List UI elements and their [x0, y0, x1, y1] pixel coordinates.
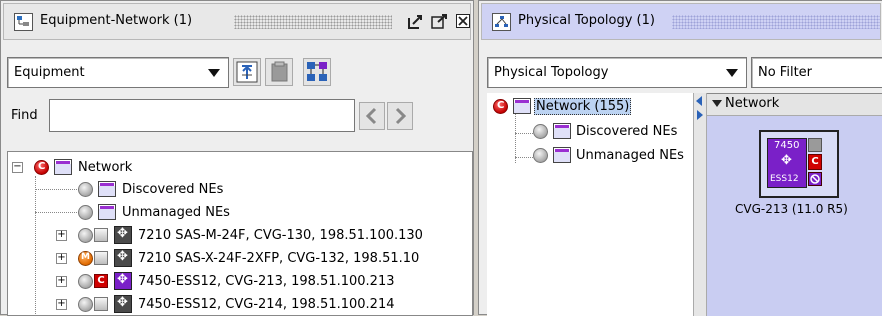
- critical-badge-icon: C: [808, 154, 822, 170]
- node-label: CVG-213 (11.0 R5): [735, 202, 848, 216]
- expand-icon[interactable]: +: [56, 253, 67, 264]
- node-glyph-icon: ✥: [781, 153, 792, 168]
- find-label: Find: [11, 108, 38, 123]
- expand-icon[interactable]: +: [56, 276, 67, 287]
- network-icon: [513, 98, 531, 114]
- topology-map[interactable]: Network 7450 ✥ ESS12 C CVG-213 (11.0 R5): [707, 93, 882, 316]
- equipment-network-panel: Equipment-Network (1) Equipment Find − C…: [0, 0, 474, 316]
- maximize-icon[interactable]: [430, 13, 450, 31]
- chevron-down-icon: [712, 100, 722, 107]
- equipment-tree-icon: [14, 13, 33, 31]
- critical-badge-icon: C: [94, 274, 108, 288]
- map-header[interactable]: Network: [707, 94, 882, 116]
- tree-item-discovered-nes[interactable]: Discovered NEs: [487, 121, 693, 143]
- disabled-icon: [808, 172, 822, 186]
- tree-item-network[interactable]: − Network: [8, 157, 468, 179]
- network-element-icon: [114, 295, 132, 313]
- status-icon: [78, 297, 93, 312]
- properties-button[interactable]: [265, 58, 293, 86]
- node-icon: 7450 ✥ ESS12: [767, 138, 807, 188]
- status-icon: [533, 148, 548, 163]
- panel-title: Physical Topology (1): [518, 13, 655, 28]
- status-icon: [78, 182, 93, 197]
- minimize-icon[interactable]: [406, 13, 426, 31]
- alarm-status-icon: [94, 297, 108, 311]
- expand-icon[interactable]: +: [56, 299, 67, 310]
- title-grip: [672, 15, 880, 29]
- network-element-icon: [114, 226, 132, 244]
- status-icon: [78, 274, 93, 289]
- folder-icon: [553, 123, 571, 139]
- network-element-icon: [114, 249, 132, 267]
- folder-icon: [98, 181, 116, 197]
- network-element-icon: [114, 272, 132, 290]
- title-grip: [234, 15, 392, 29]
- topology-button[interactable]: [303, 58, 331, 86]
- tree-item-ne[interactable]: + 7450-ESS12, CVG-214, 198.51.100.214: [8, 294, 472, 315]
- topology-tree[interactable]: Network (155) Discovered NEs Unmanaged N…: [487, 93, 693, 316]
- status-box-icon: [808, 138, 822, 152]
- alarm-status-icon: [94, 228, 108, 242]
- status-icon: [78, 228, 93, 243]
- physical-topology-panel: Physical Topology (1) Physical Topology …: [478, 0, 882, 316]
- status-icon: [78, 205, 93, 220]
- view-select[interactable]: Physical Topology: [487, 57, 747, 88]
- filter-select[interactable]: No Filter: [751, 57, 882, 88]
- close-icon[interactable]: [456, 13, 470, 29]
- panel-title-bar[interactable]: Equipment-Network (1): [3, 3, 471, 40]
- critical-alarm-icon: [493, 99, 508, 114]
- tree-item-ne[interactable]: + 7210 SAS-X-24F-2XFP, CVG-132, 198.51.1…: [8, 248, 472, 270]
- collapse-icon[interactable]: −: [12, 162, 23, 173]
- major-alarm-icon: [78, 251, 93, 266]
- tree-item-ne[interactable]: + C 7450-ESS12, CVG-213, 198.51.100.213: [8, 271, 472, 293]
- chevron-down-icon: [208, 69, 220, 77]
- alarm-status-icon: [94, 251, 108, 265]
- navigate-up-button[interactable]: [233, 58, 261, 86]
- tree-item-discovered-nes[interactable]: Discovered NEs: [8, 179, 468, 201]
- network-element-node[interactable]: 7450 ✥ ESS12 C: [759, 130, 839, 198]
- equipment-tree[interactable]: − Network Discovered NEs Unmanaged NEs +…: [7, 151, 473, 316]
- find-input[interactable]: [49, 99, 355, 132]
- network-icon: [54, 159, 72, 175]
- collapse-left-icon[interactable]: [696, 96, 702, 106]
- tree-item-unmanaged-nes[interactable]: Unmanaged NEs: [487, 145, 693, 167]
- collapse-right-icon[interactable]: [697, 110, 703, 120]
- expand-icon[interactable]: +: [56, 230, 67, 241]
- panel-title: Equipment-Network (1): [40, 13, 193, 28]
- status-icon: [533, 124, 548, 139]
- tree-item-ne[interactable]: + 7210 SAS-M-24F, CVG-130, 198.51.100.13…: [8, 225, 472, 247]
- view-select[interactable]: Equipment: [7, 57, 229, 88]
- find-next-button[interactable]: [387, 102, 413, 130]
- topology-icon: [492, 13, 511, 31]
- find-previous-button[interactable]: [359, 102, 385, 130]
- folder-icon: [553, 147, 571, 163]
- splitter[interactable]: [693, 93, 707, 316]
- tree-item-unmanaged-nes[interactable]: Unmanaged NEs: [8, 202, 468, 224]
- chevron-down-icon: [726, 69, 738, 77]
- panel-title-bar[interactable]: Physical Topology (1): [481, 3, 881, 40]
- tree-item-network[interactable]: Network (155): [487, 96, 693, 118]
- critical-alarm-icon: [34, 160, 49, 175]
- folder-icon: [98, 204, 116, 220]
